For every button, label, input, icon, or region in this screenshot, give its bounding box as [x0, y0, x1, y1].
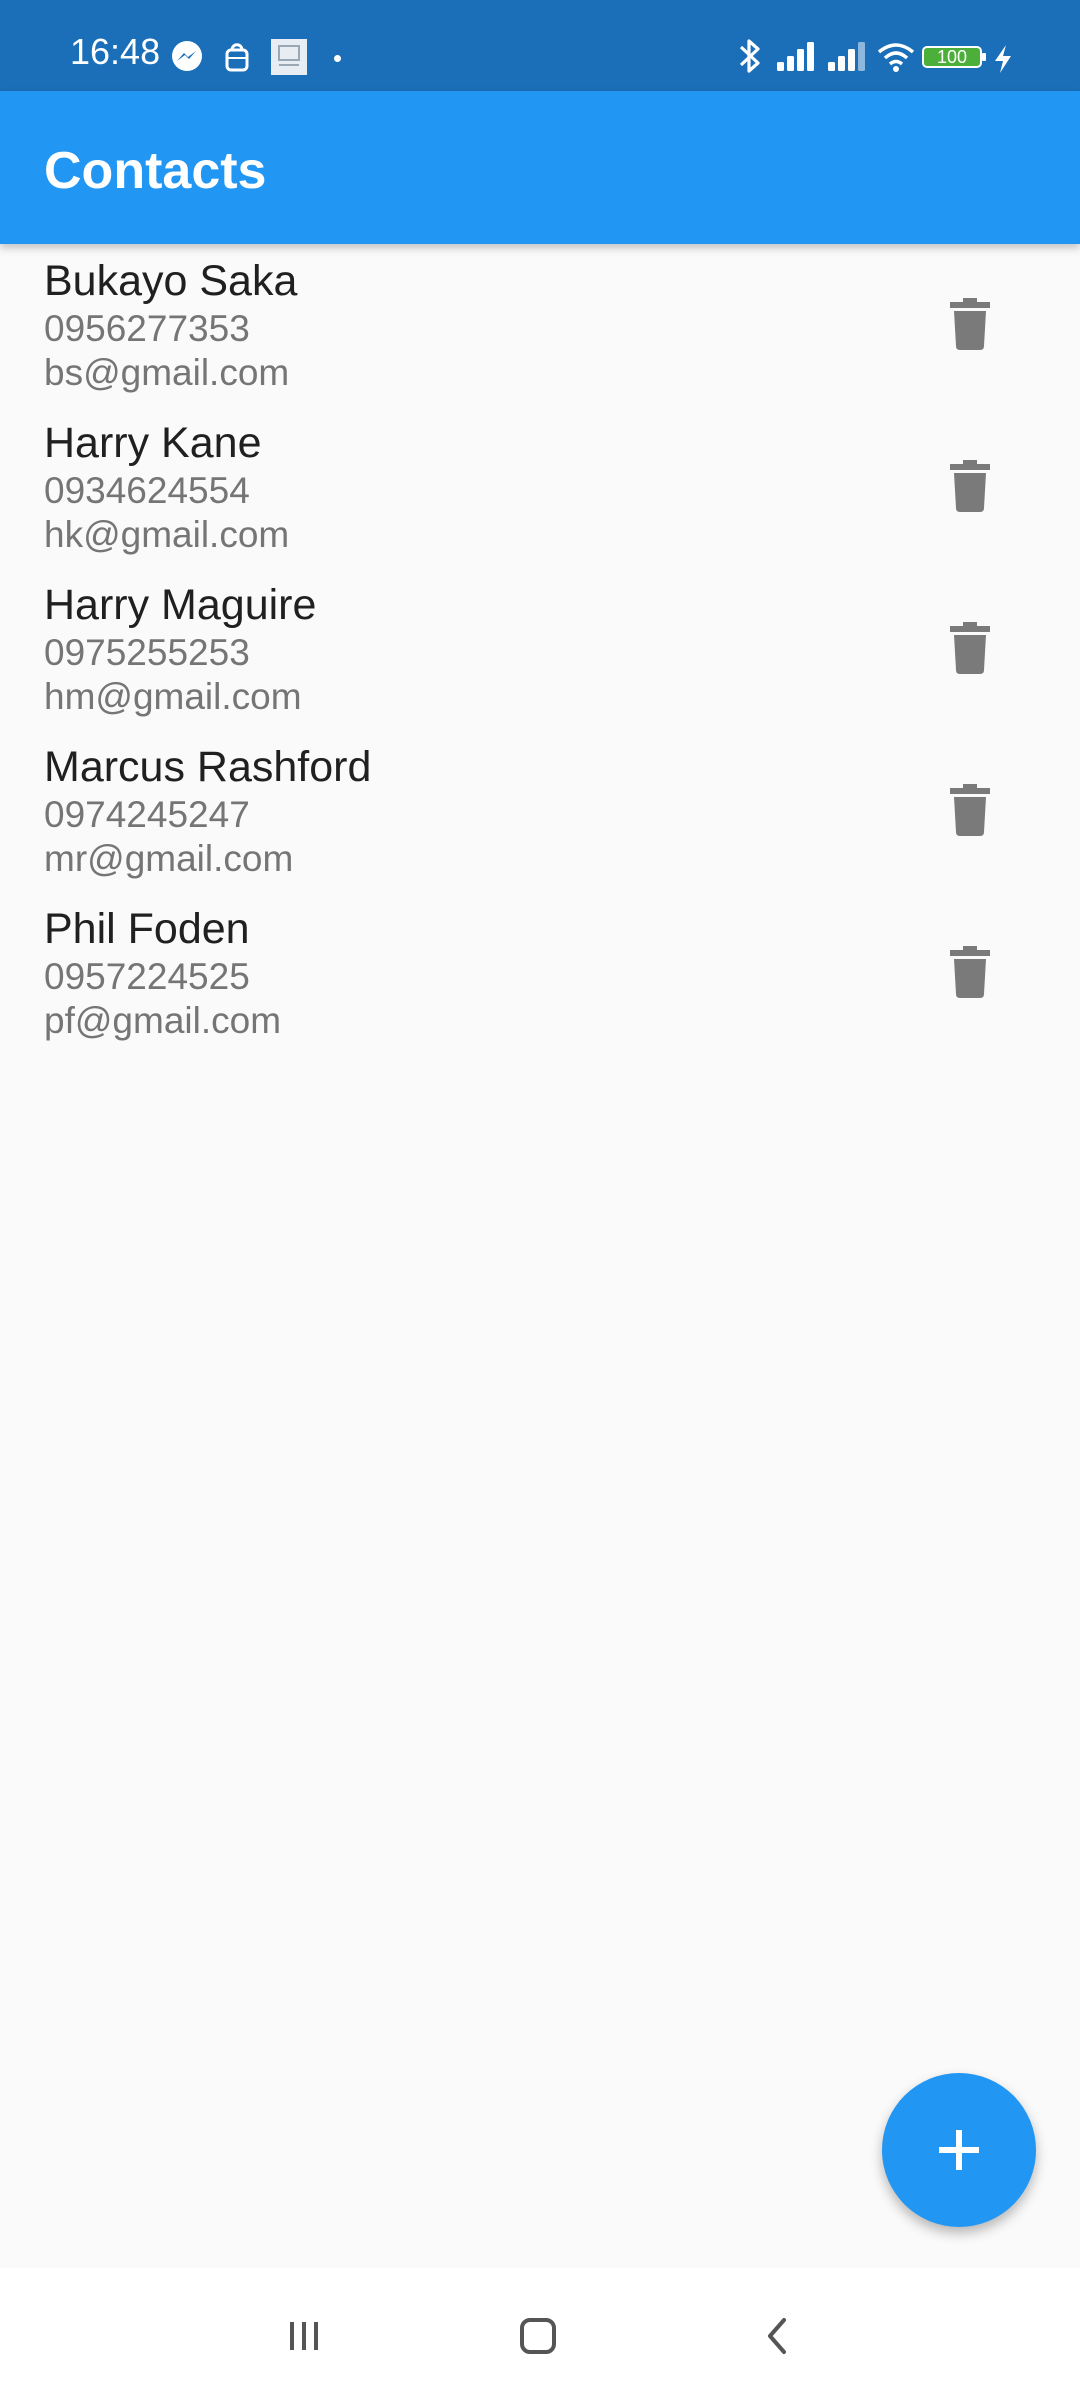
contact-phone: 0956277353: [44, 308, 250, 349]
contact-name: Bukayo Saka: [44, 257, 298, 305]
signal-icon: [777, 42, 814, 71]
status-bar: 16:48 100: [0, 0, 1080, 91]
contact-name: Phil Foden: [44, 905, 250, 953]
contact-list: Bukayo Saka 0956277353 bs@gmail.com Harr…: [0, 244, 1080, 1054]
contact-name: Marcus Rashford: [44, 743, 372, 791]
recent-apps-icon: [290, 2322, 318, 2350]
contact-list-item[interactable]: Harry Kane 0934624554 hk@gmail.com: [0, 406, 1080, 568]
system-nav-bar: [0, 2268, 1080, 2400]
trash-icon: [950, 946, 990, 998]
plus-icon: [939, 2130, 979, 2170]
contact-email: bs@gmail.com: [44, 352, 290, 393]
trash-icon: [950, 622, 990, 674]
delete-contact-button[interactable]: [930, 446, 1010, 526]
wifi-icon: [877, 43, 915, 72]
back-button[interactable]: [748, 2312, 808, 2360]
home-button[interactable]: [508, 2312, 568, 2360]
contact-list-item[interactable]: Harry Maguire 0975255253 hm@gmail.com: [0, 568, 1080, 730]
contact-email: mr@gmail.com: [44, 838, 294, 879]
delete-contact-button[interactable]: [930, 932, 1010, 1012]
notification-dot-icon: [334, 55, 341, 62]
trash-icon: [950, 460, 990, 512]
contact-phone: 0975255253: [44, 632, 250, 673]
contact-name: Harry Maguire: [44, 581, 317, 629]
trash-icon: [950, 298, 990, 350]
contact-phone: 0974245247: [44, 794, 250, 835]
shopping-bag-icon: [225, 43, 249, 72]
contact-email: pf@gmail.com: [44, 1000, 282, 1041]
contact-list-item[interactable]: Marcus Rashford 0974245247 mr@gmail.com: [0, 730, 1080, 892]
gallery-thumbnail-icon: [271, 39, 307, 75]
contact-list-item[interactable]: Bukayo Saka 0956277353 bs@gmail.com: [0, 244, 1080, 406]
add-contact-button[interactable]: [882, 2073, 1036, 2227]
delete-contact-button[interactable]: [930, 770, 1010, 850]
messenger-icon: [172, 41, 202, 71]
home-icon: [520, 2318, 556, 2354]
battery-level: 100: [936, 47, 968, 67]
contact-name: Harry Kane: [44, 419, 262, 467]
status-time: 16:48: [70, 31, 161, 72]
app-root: 16:48 100 Contacts Bukayo Saka 095627735…: [0, 0, 1080, 2400]
page-title: Contacts: [44, 142, 267, 200]
contact-phone: 0957224525: [44, 956, 250, 997]
contact-email: hm@gmail.com: [44, 676, 302, 717]
contact-phone: 0934624554: [44, 470, 250, 511]
charging-icon: [995, 45, 1011, 73]
recent-apps-button[interactable]: [274, 2312, 334, 2360]
delete-contact-button[interactable]: [930, 608, 1010, 688]
signal-icon: [828, 42, 865, 71]
delete-contact-button[interactable]: [930, 284, 1010, 364]
contact-list-item[interactable]: Phil Foden 0957224525 pf@gmail.com: [0, 892, 1080, 1054]
bluetooth-icon: [739, 39, 760, 73]
trash-icon: [950, 784, 990, 836]
back-icon: [768, 2318, 786, 2354]
app-bar: Contacts: [0, 91, 1080, 244]
contact-email: hk@gmail.com: [44, 514, 290, 555]
battery-icon: 100: [922, 46, 988, 68]
